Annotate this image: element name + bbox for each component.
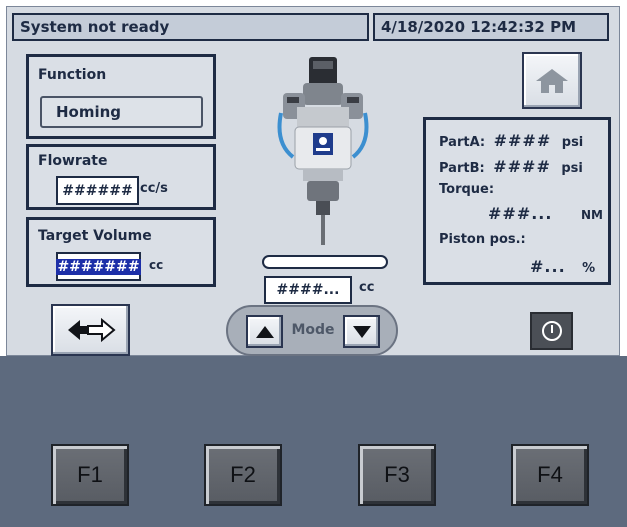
parta-row: PartA: #### psi — [439, 131, 583, 150]
status-datetime: 4/18/2020 12:42:32 PM — [373, 13, 609, 41]
power-button[interactable] — [530, 312, 573, 350]
dispense-valve-icon — [277, 57, 369, 245]
triangle-down-icon — [352, 325, 371, 338]
partb-value: #### — [493, 157, 551, 176]
mode-down-button[interactable] — [343, 315, 380, 348]
dispense-progress-bar — [262, 255, 388, 269]
flowrate-unit: cc/s — [140, 181, 168, 196]
mode-label: Mode — [291, 322, 335, 338]
home-button[interactable] — [522, 52, 582, 109]
dispensed-volume-value: ####... — [276, 282, 340, 298]
power-icon — [541, 321, 562, 341]
status-message: System not ready — [12, 13, 369, 41]
target-volume-value: ####### — [56, 258, 141, 275]
flowrate-panel: Flowrate ###### cc/s — [26, 144, 216, 210]
flowrate-title: Flowrate — [38, 153, 108, 169]
torque-unit: NM — [580, 208, 603, 222]
target-volume-unit: cc — [149, 258, 164, 272]
readings-panel: PartA: #### psi PartB: #### psi Torque: … — [423, 117, 611, 285]
f4-label: F4 — [537, 462, 563, 487]
target-volume-field[interactable]: ####### — [56, 252, 141, 281]
swap-arrows-icon — [67, 317, 116, 343]
target-volume-panel: Target Volume ####### cc — [26, 217, 216, 287]
screen-swap-button[interactable] — [51, 304, 130, 356]
datetime-text: 4/18/2020 12:42:32 PM — [381, 18, 576, 36]
partb-unit: psi — [561, 161, 583, 176]
torque-value: ###... — [488, 204, 553, 223]
f2-label: F2 — [230, 462, 256, 487]
function-value[interactable]: Homing — [40, 96, 203, 128]
parta-value: #### — [493, 131, 552, 150]
partb-label: PartB: — [439, 161, 485, 176]
piston-pos-label: Piston pos.: — [439, 232, 526, 247]
triangle-up-icon — [255, 325, 274, 338]
piston-row: #... % — [530, 257, 595, 276]
hmi-screen: System not ready 4/18/2020 12:42:32 PM F… — [6, 6, 620, 356]
flowrate-value: ###### — [62, 182, 133, 199]
piston-pos-value: #... — [530, 257, 566, 276]
torque-row: ###... NM — [488, 204, 603, 223]
function-panel: Function Homing — [26, 54, 216, 139]
dispensed-volume-unit: cc — [359, 280, 375, 295]
parta-unit: psi — [561, 135, 584, 150]
partb-row: PartB: #### psi — [439, 157, 583, 176]
function-value-text: Homing — [56, 103, 122, 121]
function-title: Function — [38, 67, 107, 83]
dispensed-volume-field: ####... — [264, 276, 352, 304]
home-icon — [536, 68, 568, 93]
mode-control: Mode — [226, 305, 398, 356]
flowrate-field[interactable]: ###### — [56, 176, 139, 205]
piston-pos-unit: % — [582, 261, 596, 276]
f1-key[interactable]: F1 — [51, 444, 129, 506]
f3-label: F3 — [384, 462, 410, 487]
f3-key[interactable]: F3 — [358, 444, 436, 506]
dispense-valve-image — [273, 53, 373, 249]
target-volume-title: Target Volume — [38, 228, 152, 244]
mode-up-button[interactable] — [246, 315, 283, 348]
f4-key[interactable]: F4 — [511, 444, 589, 506]
status-message-text: System not ready — [20, 18, 170, 36]
torque-label: Torque: — [439, 182, 495, 197]
parta-label: PartA: — [439, 135, 486, 150]
f1-label: F1 — [77, 462, 103, 487]
f2-key[interactable]: F2 — [204, 444, 282, 506]
